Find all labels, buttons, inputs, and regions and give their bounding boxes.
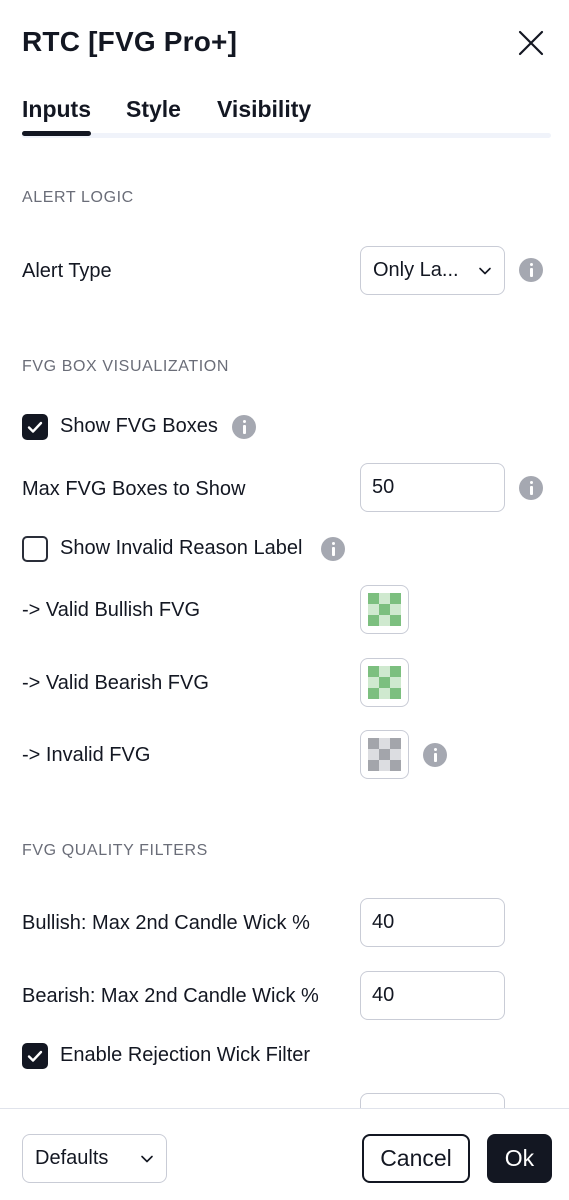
tab-bar: Inputs Style Visibility bbox=[22, 92, 551, 138]
tab-bar-track bbox=[22, 133, 551, 138]
alert-type-info-icon[interactable] bbox=[519, 258, 543, 282]
check-icon bbox=[27, 1050, 43, 1062]
section-quality-filters: FVG QUALITY FILTERS bbox=[22, 842, 208, 859]
next-input-partial[interactable] bbox=[360, 1093, 505, 1108]
bullish-wick-input[interactable]: 40 bbox=[360, 898, 505, 947]
show-invalid-reason-info-icon[interactable] bbox=[321, 537, 345, 561]
show-fvg-boxes-info-icon[interactable] bbox=[232, 415, 256, 439]
defaults-dropdown[interactable]: Defaults bbox=[22, 1134, 167, 1183]
ok-button[interactable]: Ok bbox=[487, 1134, 552, 1183]
invalid-fvg-info-icon[interactable] bbox=[423, 743, 447, 767]
show-fvg-boxes-label: Show FVG Boxes bbox=[60, 415, 218, 437]
bullish-wick-label: Bullish: Max 2nd Candle Wick % bbox=[22, 912, 310, 934]
valid-bullish-label: -> Valid Bullish FVG bbox=[22, 599, 201, 621]
chevron-down-icon bbox=[479, 267, 491, 274]
bearish-wick-label: Bearish: Max 2nd Candle Wick % bbox=[22, 985, 319, 1007]
defaults-label: Defaults bbox=[35, 1147, 109, 1169]
valid-bearish-label: -> Valid Bearish FVG bbox=[22, 672, 209, 694]
cancel-button[interactable]: Cancel bbox=[362, 1134, 470, 1183]
checker-swatch-icon bbox=[368, 738, 401, 771]
alert-type-value: Only La... bbox=[373, 259, 459, 281]
tab-visibility[interactable]: Visibility bbox=[217, 96, 311, 123]
section-fvg-box: FVG BOX VISUALIZATION bbox=[22, 358, 230, 375]
dialog-title: RTC [FVG Pro+] bbox=[22, 26, 238, 57]
check-icon bbox=[27, 421, 43, 433]
checker-swatch-icon bbox=[368, 666, 401, 699]
valid-bullish-color-swatch[interactable] bbox=[360, 585, 409, 634]
max-fvg-boxes-info-icon[interactable] bbox=[519, 476, 543, 500]
bearish-wick-input[interactable]: 40 bbox=[360, 971, 505, 1020]
section-alert-logic: ALERT LOGIC bbox=[22, 189, 134, 206]
tab-style[interactable]: Style bbox=[126, 96, 181, 123]
invalid-fvg-label: -> Invalid FVG bbox=[22, 744, 151, 766]
checker-swatch-icon bbox=[368, 593, 401, 626]
rejection-wick-checkbox[interactable] bbox=[22, 1043, 48, 1069]
max-fvg-boxes-label: Max FVG Boxes to Show bbox=[22, 478, 246, 500]
valid-bearish-color-swatch[interactable] bbox=[360, 658, 409, 707]
max-fvg-boxes-input[interactable]: 50 bbox=[360, 463, 505, 512]
show-invalid-reason-label: Show Invalid Reason Label bbox=[60, 537, 303, 559]
close-icon[interactable] bbox=[514, 26, 548, 60]
alert-type-select[interactable]: Only La... bbox=[360, 246, 505, 295]
rejection-wick-label: Enable Rejection Wick Filter bbox=[60, 1044, 311, 1066]
invalid-fvg-color-swatch[interactable] bbox=[360, 730, 409, 779]
show-fvg-boxes-checkbox[interactable] bbox=[22, 414, 48, 440]
alert-type-label: Alert Type bbox=[22, 260, 112, 282]
dialog-footer: Defaults Cancel Ok bbox=[0, 1108, 569, 1200]
tab-inputs[interactable]: Inputs bbox=[22, 96, 91, 136]
dialog-header: RTC [FVG Pro+] bbox=[0, 0, 569, 90]
show-invalid-reason-checkbox[interactable] bbox=[22, 536, 48, 562]
chevron-down-icon bbox=[141, 1155, 153, 1162]
inputs-panel[interactable]: ALERT LOGIC Alert Type Only La... FVG BO… bbox=[0, 140, 569, 1108]
